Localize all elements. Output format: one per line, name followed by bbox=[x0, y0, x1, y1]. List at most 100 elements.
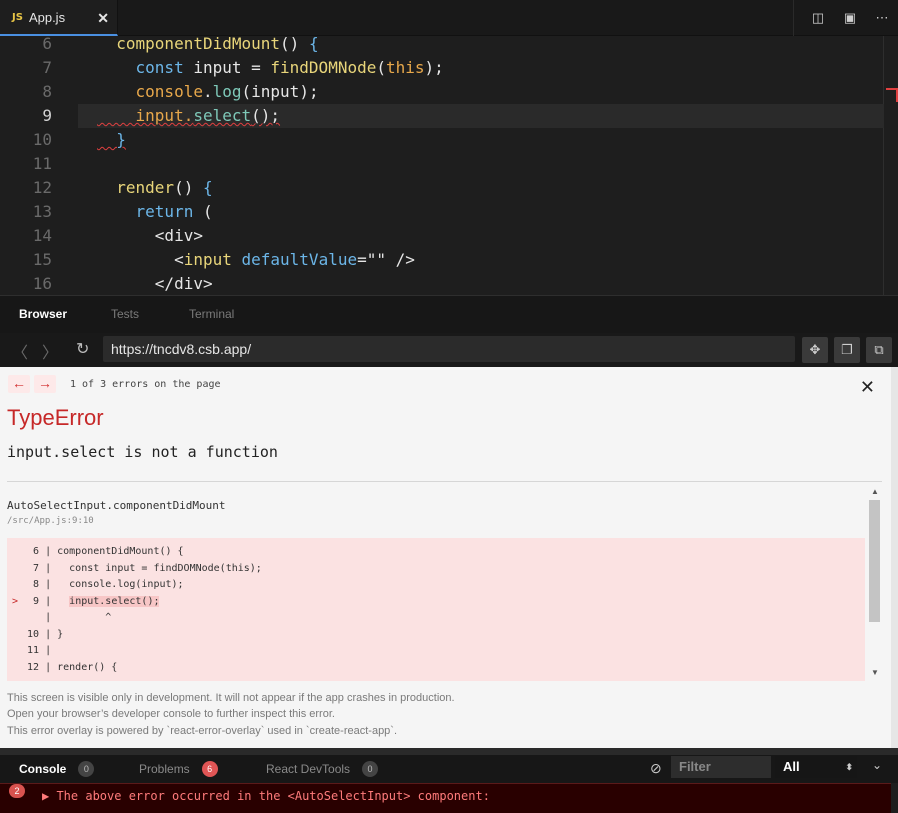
open-external-icon[interactable]: ⧉ bbox=[866, 337, 892, 363]
tab-filename: App.js bbox=[28, 9, 66, 25]
tab-problems[interactable]: Problems 6 bbox=[139, 761, 218, 777]
code-token: ="" /> bbox=[357, 250, 415, 269]
code-line[interactable]: 11 bbox=[0, 152, 884, 176]
code-snippet: 6 | componentDidMount() { 7 | const inpu… bbox=[7, 538, 865, 681]
line-number: 15 bbox=[32, 250, 52, 269]
snippet-text: 12 | render() { bbox=[21, 661, 118, 673]
chevron-down-icon[interactable]: ⌄ bbox=[872, 758, 882, 772]
devtools-icon[interactable]: ✥ bbox=[802, 337, 828, 363]
code-token: defaultValue bbox=[241, 250, 358, 269]
code-line[interactable]: 7 const input = findDOMNode(this); bbox=[0, 56, 884, 80]
more-icon[interactable]: ⋯ bbox=[866, 10, 898, 26]
scroll-up-icon[interactable]: ▲ bbox=[871, 487, 879, 496]
log-level-select[interactable]: All ⬍ bbox=[775, 756, 857, 778]
close-overlay-icon[interactable]: ✕ bbox=[860, 377, 875, 398]
snippet-text-prefix: 9 | bbox=[21, 595, 70, 607]
snippet-text: 9 | input.select(); bbox=[21, 594, 160, 611]
browser-scrollbar[interactable] bbox=[891, 367, 898, 748]
code-token: ( bbox=[202, 202, 213, 221]
prev-error-button[interactable]: ← bbox=[8, 375, 30, 393]
code-token: componentDidMount bbox=[97, 36, 281, 53]
error-counter: 1 of 3 errors on the page bbox=[70, 378, 221, 390]
code-line[interactable]: 15 <input defaultValue="" /> bbox=[0, 248, 884, 272]
code-text: </div> bbox=[97, 272, 213, 295]
code-line[interactable]: 16 </div> bbox=[0, 272, 884, 295]
line-number: 11 bbox=[32, 154, 52, 173]
code-text: input.select(); bbox=[97, 104, 281, 128]
code-line[interactable]: 9 input.select(); bbox=[42, 104, 884, 128]
code-line[interactable]: 14 <div> bbox=[0, 224, 884, 248]
preview-icon[interactable]: ▣ bbox=[834, 10, 866, 26]
code-text: <input defaultValue="" /> bbox=[97, 248, 415, 272]
code-editor[interactable]: 6 componentDidMount() {7 const input = f… bbox=[0, 36, 898, 295]
code-token: { bbox=[308, 36, 319, 53]
error-repeat-count: 2 bbox=[9, 784, 25, 798]
code-token: return bbox=[97, 202, 203, 221]
error-title: TypeError bbox=[7, 405, 104, 430]
tab-tests[interactable]: Tests bbox=[111, 307, 139, 321]
code-token: render bbox=[97, 178, 175, 197]
code-line[interactable]: 6 componentDidMount() { bbox=[0, 36, 884, 56]
line-number: 13 bbox=[32, 202, 52, 221]
divider bbox=[7, 481, 882, 482]
snippet-text: | ^ bbox=[21, 612, 112, 623]
console-error-row[interactable]: 2 ▶ The above error occurred in the <Aut… bbox=[0, 783, 891, 813]
snippet-line: 8 | console.log(input); bbox=[7, 577, 865, 594]
console-count-badge: 0 bbox=[78, 761, 95, 777]
line-number: 10 bbox=[32, 130, 52, 149]
footer-note: Open your browser’s developer console to… bbox=[7, 708, 335, 720]
clear-console-icon[interactable]: ⊘ bbox=[650, 760, 662, 777]
snippet-line: | ^ bbox=[7, 610, 865, 627]
code-token: findDOMNode bbox=[270, 58, 377, 77]
code-text: console.log(input); bbox=[97, 80, 319, 104]
tab-console[interactable]: Console 0 bbox=[19, 761, 95, 777]
code-token: (input); bbox=[241, 82, 319, 101]
snippet-line: 6 | componentDidMount() { bbox=[7, 544, 865, 561]
line-number: 7 bbox=[42, 58, 52, 77]
snippet-line: 12 | render() { bbox=[7, 660, 865, 677]
error-navigation: ← → 1 of 3 errors on the page bbox=[8, 375, 221, 393]
console-error-message[interactable]: ▶ The above error occurred in the <AutoS… bbox=[42, 789, 490, 803]
tab-terminal[interactable]: Terminal bbox=[189, 307, 234, 321]
url-input[interactable]: https://tncdv8.csb.app/ bbox=[103, 336, 795, 362]
code-line[interactable]: 10 } bbox=[0, 128, 884, 152]
tab-app-js[interactable]: JS App.js ✕ bbox=[0, 0, 118, 36]
tab-react-devtools[interactable]: React DevTools 0 bbox=[266, 761, 379, 777]
scroll-down-icon[interactable]: ▼ bbox=[871, 668, 879, 677]
refresh-icon[interactable]: ↻ bbox=[76, 339, 89, 359]
tab-browser[interactable]: Browser bbox=[19, 307, 67, 321]
scroll-thumb[interactable] bbox=[869, 500, 880, 622]
code-token: input bbox=[183, 250, 242, 269]
code-line[interactable]: 8 console.log(input); bbox=[0, 80, 884, 104]
line-number: 6 bbox=[42, 36, 52, 53]
close-icon[interactable]: ✕ bbox=[97, 10, 109, 27]
error-overlay: ← → 1 of 3 errors on the page ✕ TypeErro… bbox=[0, 367, 891, 748]
code-text: return ( bbox=[97, 200, 213, 224]
back-icon[interactable]: 〈 bbox=[12, 339, 28, 363]
filter-input[interactable]: Filter bbox=[671, 756, 771, 778]
js-file-icon: JS bbox=[12, 11, 23, 23]
split-editor-icon[interactable]: ◫ bbox=[802, 10, 834, 26]
new-window-icon[interactable]: ❐ bbox=[834, 337, 860, 363]
code-text: } bbox=[97, 128, 126, 152]
code-token: log bbox=[212, 82, 242, 101]
snippet-line: 11 | bbox=[7, 643, 865, 660]
overlay-scrollbar[interactable]: ▲ ▼ bbox=[868, 487, 881, 677]
snippet-text: 6 | componentDidMount() { bbox=[21, 546, 184, 557]
code-text: const input = findDOMNode(this); bbox=[97, 56, 444, 80]
stack-frame-location[interactable]: /src/App.js:9:10 bbox=[7, 516, 94, 526]
code-token: <div> bbox=[97, 226, 203, 245]
code-token: input = bbox=[193, 58, 271, 77]
code-token: console bbox=[97, 82, 203, 101]
footer-note: This error overlay is powered by `react-… bbox=[7, 725, 398, 737]
line-number: 8 bbox=[42, 82, 52, 101]
next-error-button[interactable]: → bbox=[34, 375, 56, 393]
code-line[interactable]: 12 render() { bbox=[0, 176, 884, 200]
devtools-count-badge: 0 bbox=[362, 761, 379, 777]
forward-icon[interactable]: 〉 bbox=[42, 339, 58, 363]
stack-frame-function[interactable]: AutoSelectInput.componentDidMount bbox=[7, 499, 226, 512]
code-text: render() { bbox=[97, 176, 212, 200]
code-line[interactable]: 13 return ( bbox=[0, 200, 884, 224]
line-number: 14 bbox=[32, 226, 52, 245]
code-token: < bbox=[97, 250, 184, 269]
